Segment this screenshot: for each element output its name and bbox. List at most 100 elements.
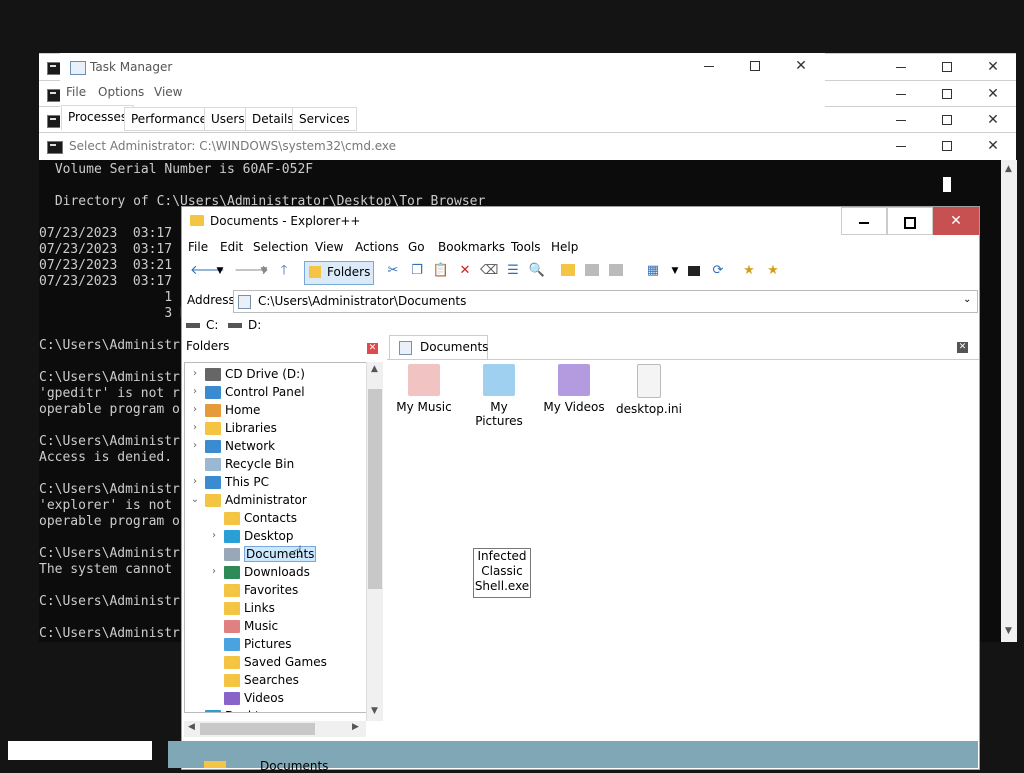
move-to-icon[interactable]: [609, 264, 623, 276]
tree-item[interactable]: Saved Games: [224, 653, 327, 671]
tab-services[interactable]: Services: [292, 107, 357, 131]
tm-menu-view[interactable]: View: [154, 85, 182, 99]
scroll-down-arrow-icon[interactable]: ▼: [371, 706, 378, 716]
cmd-window-titlebar-active[interactable]: Select Administrator: C:\WINDOWS\system3…: [39, 132, 1016, 161]
tree-item[interactable]: Links: [224, 599, 275, 617]
properties-icon[interactable]: ☰: [504, 262, 522, 280]
tree-item[interactable]: Searches: [224, 671, 299, 689]
close-button[interactable]: ✕: [933, 207, 979, 235]
tab-performance[interactable]: Performance: [124, 107, 215, 131]
chevron-right-icon[interactable]: ›: [190, 368, 200, 379]
views-dropdown-icon[interactable]: ▼: [666, 262, 684, 280]
minimize-button[interactable]: [878, 133, 924, 159]
add-bookmark-icon[interactable]: ★: [740, 262, 758, 280]
file-item[interactable]: desktop.ini: [616, 364, 682, 416]
taskbar-search-box[interactable]: [8, 741, 152, 760]
close-button[interactable]: ✕: [970, 81, 1016, 107]
new-folder-icon[interactable]: [561, 264, 575, 276]
close-button[interactable]: ✕: [970, 54, 1016, 80]
tree-item[interactable]: Desktop: [205, 707, 275, 712]
tree-item[interactable]: Network: [205, 437, 275, 455]
tree-item[interactable]: Videos: [224, 689, 284, 707]
tree-horizontal-scrollbar[interactable]: ◀ ▶: [184, 721, 366, 737]
chevron-right-icon[interactable]: ›: [190, 710, 200, 712]
tree-item[interactable]: Control Panel: [205, 383, 305, 401]
scroll-thumb[interactable]: [368, 389, 382, 589]
close-button[interactable]: ✕: [778, 53, 824, 79]
back-dropdown-icon[interactable]: ▼: [211, 262, 229, 280]
scroll-thumb[interactable]: [200, 723, 315, 735]
menu-go[interactable]: Go: [408, 240, 425, 254]
forward-dropdown-icon[interactable]: ▼: [255, 262, 273, 280]
command-prompt-icon[interactable]: [688, 266, 700, 276]
maximize-button[interactable]: [887, 207, 933, 235]
console-scrollbar[interactable]: ▲ ▼: [1001, 160, 1017, 642]
tree-item[interactable]: CD Drive (D:): [205, 365, 305, 383]
up-icon[interactable]: 🡑: [275, 262, 293, 280]
close-button[interactable]: ✕: [970, 133, 1016, 159]
chevron-right-icon[interactable]: ›: [190, 422, 200, 433]
tree-item[interactable]: Pictures: [224, 635, 292, 653]
back-icon[interactable]: 🡐: [190, 262, 225, 280]
menu-file[interactable]: File: [188, 240, 208, 254]
chevron-right-icon[interactable]: ›: [190, 476, 200, 487]
folders-button[interactable]: Folders: [304, 261, 374, 285]
tab-documents[interactable]: Documents: [389, 335, 488, 360]
maximize-button[interactable]: [924, 81, 970, 107]
tree-item[interactable]: Home: [205, 401, 260, 419]
views-icon[interactable]: ▦: [644, 262, 662, 280]
tm-menu-options[interactable]: Options: [98, 85, 144, 99]
refresh-icon[interactable]: ⟳: [709, 262, 727, 280]
forward-icon[interactable]: 🡒: [234, 262, 269, 280]
address-bar[interactable]: C:\Users\Administrator\Documents ⌄: [233, 290, 978, 313]
tree-item[interactable]: Recycle Bin: [205, 455, 294, 473]
file-item[interactable]: My Music: [391, 364, 457, 414]
menu-bookmarks[interactable]: Bookmarks: [438, 240, 505, 254]
menu-view[interactable]: View: [315, 240, 343, 254]
chevron-right-icon[interactable]: ›: [190, 404, 200, 415]
tm-menu-file[interactable]: File: [66, 85, 86, 99]
menu-tools[interactable]: Tools: [511, 240, 541, 254]
maximize-button[interactable]: [924, 133, 970, 159]
menu-selection[interactable]: Selection: [253, 240, 308, 254]
chevron-right-icon[interactable]: ›: [209, 530, 219, 541]
scroll-up-arrow-icon[interactable]: ▲: [371, 364, 378, 374]
file-list[interactable]: My Music My Pictures My Videos desktop.i…: [387, 359, 979, 738]
delete-icon[interactable]: ✕: [456, 262, 474, 280]
chevron-right-icon[interactable]: ›: [190, 440, 200, 451]
bookmarks-icon[interactable]: ★: [764, 262, 782, 280]
tree-item[interactable]: This PC: [205, 473, 269, 491]
minimize-button[interactable]: [686, 53, 732, 79]
folder-tree[interactable]: CD Drive (D:) › Control Panel › Home › Librari…: [184, 362, 370, 713]
tree-item[interactable]: Favorites: [224, 581, 298, 599]
chevron-right-icon[interactable]: ›: [209, 566, 219, 577]
scroll-up-arrow-icon[interactable]: ▲: [1005, 164, 1012, 174]
explorer-window[interactable]: Documents - Explorer++ ✕ File Edit Selec…: [181, 206, 980, 770]
search-folder-icon[interactable]: 🔍: [528, 262, 546, 280]
task-manager-window[interactable]: Task Manager ✕ File Options View Process…: [60, 53, 825, 131]
cut-icon[interactable]: ✂: [384, 262, 402, 280]
explorer-titlebar[interactable]: Documents - Explorer++ ✕: [182, 207, 979, 235]
scroll-right-arrow-icon[interactable]: ▶: [352, 722, 359, 732]
minimize-button[interactable]: [878, 54, 924, 80]
menu-edit[interactable]: Edit: [220, 240, 243, 254]
copy-icon[interactable]: ❐: [408, 262, 426, 280]
tree-item[interactable]: Contacts: [224, 509, 297, 527]
chevron-right-icon[interactable]: ›: [190, 386, 200, 397]
maximize-button[interactable]: [732, 53, 778, 79]
scroll-left-arrow-icon[interactable]: ◀: [188, 722, 195, 732]
tree-item[interactable]: Downloads: [224, 563, 310, 581]
tree-vertical-scrollbar[interactable]: ▲ ▼: [366, 362, 383, 721]
maximize-button[interactable]: [924, 107, 970, 133]
minimize-button[interactable]: [878, 107, 924, 133]
address-dropdown-icon[interactable]: ⌄: [963, 294, 971, 305]
maximize-button[interactable]: [924, 54, 970, 80]
copy-to-icon[interactable]: [585, 264, 599, 276]
tree-item[interactable]: Administrator: [205, 491, 307, 509]
close-folders-pane-icon[interactable]: ✕: [367, 343, 378, 354]
delete-permanently-icon[interactable]: ⌫: [480, 262, 498, 280]
paste-icon[interactable]: 📋: [432, 262, 450, 280]
file-item[interactable]: My Videos: [541, 364, 607, 414]
chevron-down-icon[interactable]: ⌄: [190, 494, 200, 505]
close-button[interactable]: ✕: [970, 107, 1016, 133]
